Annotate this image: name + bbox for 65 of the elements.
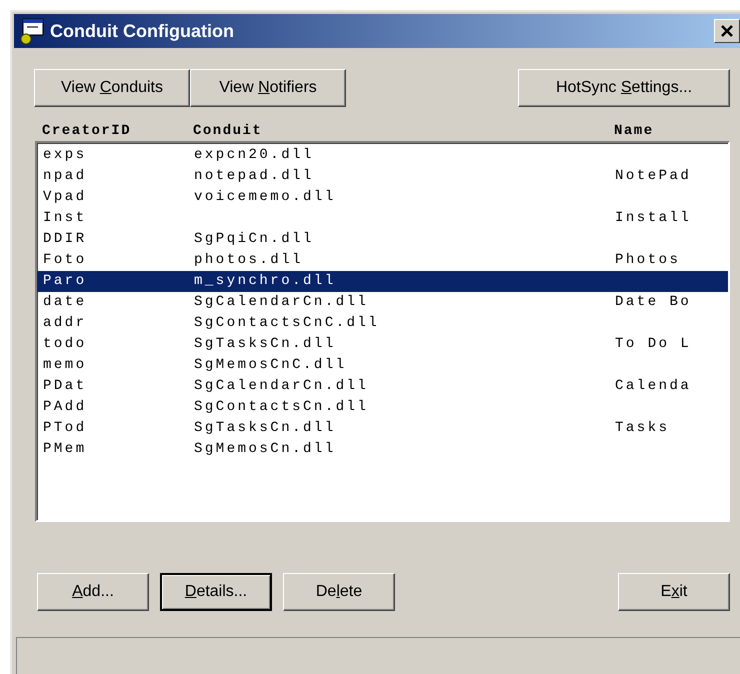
- table-cell: SgTasksCn.dll: [194, 420, 336, 436]
- list-row[interactable]: PMem SgMemosCn.dll: [37, 439, 728, 460]
- table-cell: To Do L: [615, 336, 692, 352]
- list-row[interactable]: exps expcn20.dll: [37, 145, 728, 166]
- table-cell: SgTasksCn.dll: [194, 336, 336, 352]
- table-cell: SgPqiCn.dll: [194, 231, 314, 247]
- list-row[interactable]: PTod SgTasksCn.dll Tasks: [37, 418, 728, 439]
- action-button[interactable]: Details...: [160, 573, 272, 611]
- column-header: CreatorID: [42, 122, 132, 140]
- table-cell: expcn20.dll: [194, 147, 314, 163]
- table-cell: Inst: [43, 210, 87, 226]
- table-cell: PDat: [43, 378, 87, 394]
- list-row[interactable]: date SgCalendarCn.dll Date Bo: [37, 292, 728, 313]
- table-cell: Vpad: [43, 189, 87, 205]
- table-cell: npad: [43, 168, 87, 184]
- list-row[interactable]: memo SgMemosCnC.dll: [37, 355, 728, 376]
- table-cell: Install: [615, 210, 692, 226]
- table-cell: SgMemosCnC.dll: [194, 357, 347, 373]
- settings-button[interactable]: HotSync Settings...: [518, 69, 730, 107]
- table-cell: notepad.dll: [194, 168, 314, 184]
- close-button[interactable]: [714, 19, 740, 43]
- column-header: Conduit: [193, 122, 264, 140]
- table-cell: Tasks: [615, 420, 670, 436]
- list-row[interactable]: Foto photos.dll Photos: [37, 250, 728, 271]
- window-title: Conduit Configuation: [50, 20, 234, 43]
- list-row[interactable]: addr SgContactsCnC.dll: [37, 313, 728, 334]
- table-cell: Calenda: [615, 378, 692, 394]
- table-cell: DDIR: [43, 231, 87, 247]
- table-cell: date: [43, 294, 87, 310]
- table-cell: SgContactsCn.dll: [194, 399, 368, 415]
- table-cell: m_synchro.dll: [194, 273, 336, 289]
- table-cell: PMem: [43, 441, 87, 457]
- table-cell: PTod: [43, 420, 87, 436]
- column-header: Name: [614, 122, 654, 140]
- table-cell: photos.dll: [194, 252, 304, 268]
- table-cell: Foto: [43, 252, 87, 268]
- close-icon: [720, 25, 733, 37]
- table-cell: PAdd: [43, 399, 87, 415]
- list-row[interactable]: Vpad voicememo.dll: [37, 187, 728, 208]
- list-row[interactable]: Paro m_synchro.dll: [37, 271, 728, 292]
- list-row[interactable]: PAdd SgContactsCn.dll: [37, 397, 728, 418]
- table-cell: voicememo.dll: [194, 189, 336, 205]
- list-row[interactable]: DDIR SgPqiCn.dll: [37, 229, 728, 250]
- table-cell: todo: [43, 336, 87, 352]
- table-cell: Paro: [43, 273, 87, 289]
- table-cell: memo: [43, 357, 87, 373]
- table-cell: SgCalendarCn.dll: [194, 294, 368, 310]
- view-tab-button[interactable]: View Conduits: [34, 69, 190, 107]
- action-button[interactable]: Delete: [283, 573, 395, 611]
- table-cell: NotePad: [615, 168, 692, 184]
- table-cell: SgMemosCn.dll: [194, 441, 336, 457]
- app-icon: [20, 17, 46, 45]
- table-cell: Photos: [615, 252, 680, 268]
- list-row[interactable]: todo SgTasksCn.dll To Do L: [37, 334, 728, 355]
- table-cell: SgContactsCnC.dll: [194, 315, 380, 331]
- list-row[interactable]: npad notepad.dll NotePad: [37, 166, 728, 187]
- list-row[interactable]: PDat SgCalendarCn.dll Calenda: [37, 376, 728, 397]
- exit-button[interactable]: Exit: [618, 573, 730, 611]
- table-cell: addr: [43, 315, 87, 331]
- list-row[interactable]: Inst Install: [37, 208, 728, 229]
- table-cell: exps: [43, 147, 87, 163]
- table-cell: SgCalendarCn.dll: [194, 378, 368, 394]
- view-tab-button[interactable]: View Notifiers: [190, 69, 346, 107]
- table-cell: Date Bo: [615, 294, 692, 310]
- action-button[interactable]: Add...: [37, 573, 149, 611]
